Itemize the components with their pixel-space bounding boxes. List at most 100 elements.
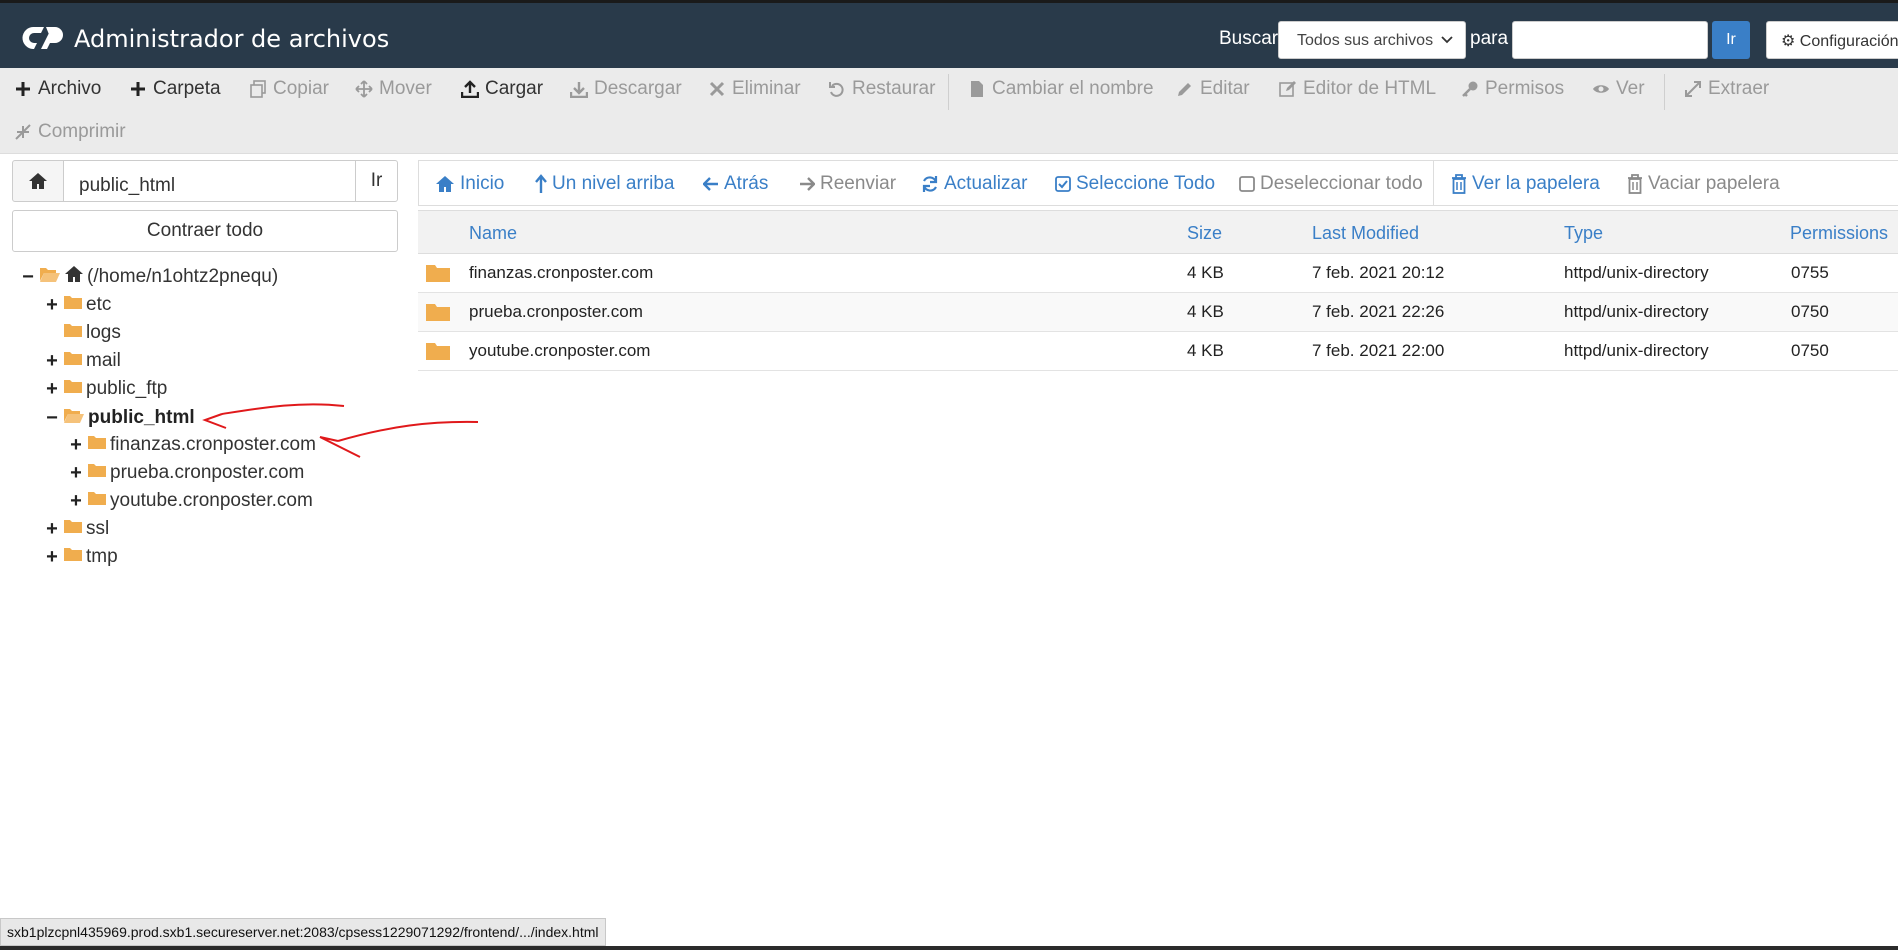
- tree-item[interactable]: + youtube.cronposter.com: [68, 489, 313, 513]
- nav-back-button[interactable]: Atrás: [703, 173, 768, 195]
- nav-forward-button[interactable]: Reenviar: [799, 173, 896, 195]
- taskbar-edge: [0, 946, 1898, 950]
- expand-toggle-icon[interactable]: +: [68, 490, 84, 513]
- cell-perms: 0755: [1791, 263, 1829, 282]
- plus-icon: [131, 82, 145, 96]
- tree-item-label: ssl: [86, 518, 110, 539]
- deselect-all-button[interactable]: Deseleccionar todo: [1239, 173, 1423, 195]
- tree-root[interactable]: − (/home/n1ohtz2pnequ): [20, 265, 278, 289]
- column-size[interactable]: Size: [1187, 223, 1222, 244]
- copy-label: Copiar: [273, 78, 329, 99]
- pencil-icon: [1178, 83, 1191, 96]
- path-go-button[interactable]: Ir: [355, 160, 398, 202]
- tree-item[interactable]: + prueba.cronposter.com: [68, 461, 304, 485]
- nav-home-button[interactable]: Inicio: [435, 173, 504, 195]
- table-row[interactable]: finanzas.cronposter.com 4 KB 7 feb. 2021 2…: [418, 254, 1898, 293]
- nav-up-button[interactable]: Un nivel arriba: [535, 173, 675, 195]
- column-permissions[interactable]: Permissions: [1790, 223, 1888, 244]
- empty-trash-button[interactable]: Vaciar papelera: [1627, 173, 1780, 195]
- expand-toggle-icon[interactable]: +: [44, 546, 60, 569]
- delete-button[interactable]: Eliminar: [708, 78, 801, 100]
- collapse-toggle-icon[interactable]: −: [20, 266, 36, 289]
- search-input[interactable]: [1512, 21, 1708, 59]
- action-toolbar: Archivo Carpeta Copiar Mover Cargar Desc…: [0, 68, 1898, 154]
- delete-label: Eliminar: [732, 78, 801, 99]
- new-file-button[interactable]: Archivo: [14, 78, 101, 100]
- tree-item[interactable]: logs: [44, 321, 121, 345]
- search-go-button[interactable]: Ir: [1712, 21, 1750, 59]
- expand-toggle-icon[interactable]: +: [44, 378, 60, 401]
- copy-button[interactable]: Copiar: [249, 78, 329, 100]
- table-row[interactable]: prueba.cronposter.com 4 KB 7 feb. 2021 22:…: [418, 293, 1898, 332]
- expand-toggle-icon[interactable]: +: [44, 518, 60, 541]
- cell-name: prueba.cronposter.com: [469, 302, 643, 321]
- table-row[interactable]: youtube.cronposter.com 4 KB 7 feb. 2021 22…: [418, 332, 1898, 371]
- tree-item[interactable]: − public_html: [44, 406, 194, 430]
- navigation-bar: Inicio Un nivel arriba Atrás Reenviar Ac…: [418, 160, 1898, 206]
- upload-icon: [461, 80, 479, 98]
- rename-button[interactable]: Cambiar el nombre: [968, 78, 1154, 100]
- expand-toggle-icon[interactable]: +: [44, 294, 60, 317]
- expand-toggle-icon[interactable]: +: [68, 462, 84, 485]
- cell-modified: 7 feb. 2021 22:00: [1312, 341, 1445, 360]
- search-scope-select[interactable]: Todos sus archivos: [1278, 21, 1466, 59]
- tree-item[interactable]: + mail: [44, 349, 121, 373]
- edit-button[interactable]: Editar: [1176, 78, 1250, 100]
- column-type[interactable]: Type: [1564, 223, 1603, 244]
- select-all-button[interactable]: Seleccione Todo: [1055, 173, 1215, 195]
- nav-refresh-label: Actualizar: [944, 173, 1028, 194]
- undo-icon: [829, 82, 844, 97]
- permissions-label: Permisos: [1485, 78, 1565, 99]
- tree-item[interactable]: + public_ftp: [44, 377, 167, 401]
- cell-perms: 0750: [1791, 341, 1829, 360]
- cell-size: 4 KB: [1187, 263, 1224, 282]
- move-label: Mover: [379, 78, 432, 99]
- settings-label: Configuración: [1799, 33, 1898, 50]
- tree-item[interactable]: + ssl: [44, 517, 109, 541]
- tree-item-label: (/home/n1ohtz2pnequ): [87, 266, 279, 287]
- cell-modified: 7 feb. 2021 22:26: [1312, 302, 1445, 321]
- new-folder-button[interactable]: Carpeta: [129, 78, 221, 100]
- permissions-button[interactable]: Permisos: [1461, 78, 1564, 100]
- cell-perms: 0750: [1791, 302, 1829, 321]
- level-up-icon: [535, 174, 547, 193]
- restore-button[interactable]: Restaurar: [828, 78, 935, 100]
- download-button[interactable]: Descargar: [570, 78, 682, 100]
- path-input[interactable]: [63, 160, 356, 202]
- nav-divider: [1433, 161, 1434, 205]
- folder-icon: [87, 462, 107, 484]
- edit-icon: [1279, 81, 1296, 97]
- collapse-all-button[interactable]: Contraer todo: [12, 210, 398, 252]
- expand-toggle-icon[interactable]: +: [68, 434, 84, 457]
- settings-button[interactable]: ⚙ Configuración: [1766, 21, 1898, 59]
- upload-button[interactable]: Cargar: [461, 78, 543, 100]
- tree-item[interactable]: + tmp: [44, 545, 118, 569]
- tree-item[interactable]: + finanzas.cronposter.com: [68, 433, 316, 457]
- expand-toggle-icon[interactable]: +: [44, 350, 60, 373]
- arrow-left-icon: [703, 177, 718, 191]
- collapse-toggle-icon[interactable]: −: [44, 407, 60, 430]
- compress-button[interactable]: Comprimir: [14, 121, 126, 143]
- file-icon: [971, 81, 983, 97]
- chevron-down-icon: [1441, 32, 1453, 50]
- tree-item[interactable]: + etc: [44, 293, 111, 317]
- html-editor-button[interactable]: Editor de HTML: [1279, 78, 1436, 100]
- column-last-modified[interactable]: Last Modified: [1312, 223, 1419, 244]
- view-button[interactable]: Ver: [1592, 78, 1645, 100]
- nav-refresh-button[interactable]: Actualizar: [921, 173, 1027, 195]
- upload-label: Cargar: [485, 78, 544, 99]
- move-button[interactable]: Mover: [355, 78, 432, 100]
- folder-icon: [87, 490, 107, 512]
- search-label: Buscar: [1219, 28, 1279, 49]
- arrow-right-icon: [800, 177, 815, 191]
- cpanel-logo-icon: [22, 26, 63, 49]
- times-icon: [709, 81, 725, 97]
- view-label: Ver: [1616, 78, 1645, 99]
- path-home-button[interactable]: [12, 160, 64, 202]
- extract-button[interactable]: Extraer: [1684, 78, 1769, 100]
- column-name[interactable]: Name: [469, 223, 517, 244]
- home-icon: [436, 176, 454, 192]
- home-icon: [29, 173, 47, 189]
- table-header: Name Size Last Modified Type Permissions: [418, 210, 1898, 254]
- view-trash-button[interactable]: Ver la papelera: [1451, 173, 1600, 195]
